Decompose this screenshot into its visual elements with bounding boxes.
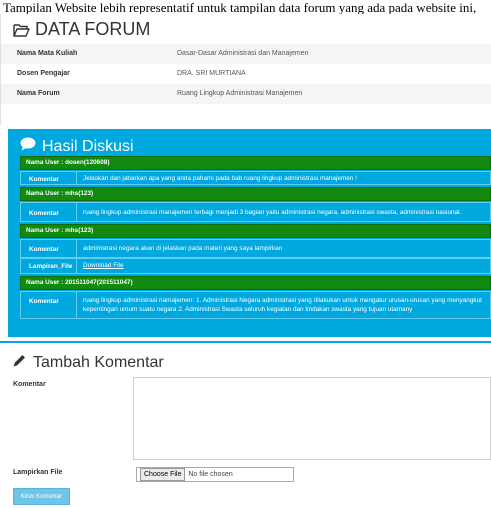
- download-file-link[interactable]: Download File: [83, 261, 482, 270]
- info-value: Dasar-Dasar Administrasi dan Manajemen: [177, 50, 309, 57]
- hasil-title: Hasil Diskusi: [20, 137, 134, 156]
- komentar-row: Komentar ruang lingkup administrasi mana…: [20, 202, 491, 222]
- forum-title-text: DATA FORUM: [35, 19, 151, 39]
- komentar-text: Jelaskan dan jabarkan apa yang anda paha…: [83, 175, 357, 182]
- tambah-komentar-section: Tambah Komentar Komentar Lampirkan File …: [0, 341, 491, 508]
- folder-open-icon: [13, 23, 30, 37]
- user-row: Nama User : 201511047(201511047): [20, 276, 491, 290]
- komentar-text: administrasi negara akan di jelaskan pad…: [83, 245, 283, 252]
- user-row: Nama User : mhs(123): [20, 224, 491, 238]
- hasil-diskusi-panel: Hasil Diskusi Nama User : dosen(120608) …: [8, 129, 491, 337]
- lampiran-label: Lampiran_File: [29, 263, 73, 270]
- comment-icon: [20, 137, 36, 156]
- komentar-label: Komentar: [29, 210, 59, 217]
- file-status-text: No file chosen: [188, 471, 233, 478]
- komentar-row: Komentar Jelaskan dan jabarkan apa yang …: [20, 171, 491, 185]
- data-forum-panel: DATA FORUM Nama Mata Kuliah Dasar-Dasar …: [0, 14, 491, 125]
- komentar-label: Komentar: [29, 246, 59, 253]
- hasil-title-text: Hasil Diskusi: [42, 137, 134, 155]
- komentar-row: Komentar administrasi negara akan di jel…: [20, 239, 491, 258]
- divider: [76, 203, 77, 221]
- info-value: DRA. SRI MURTIANA: [177, 70, 246, 77]
- choose-file-button[interactable]: Choose File: [140, 468, 186, 481]
- komentar-text: ruang lingkup administrasi namajemen: 1.…: [83, 297, 482, 313]
- user-row: Nama User : dosen(120608): [20, 156, 491, 170]
- lampiran-row: Lampiran_File Download File: [20, 258, 491, 274]
- user-row: Nama User : mhs(123): [20, 187, 491, 201]
- divider: [76, 259, 77, 273]
- forum-title: DATA FORUM: [13, 19, 150, 40]
- info-row-mata-kuliah: Nama Mata Kuliah Dasar-Dasar Administras…: [1, 44, 491, 64]
- kirim-komentar-button[interactable]: Kirim Komentar: [13, 488, 70, 505]
- tambah-title: Tambah Komentar: [12, 353, 164, 373]
- komentar-label: Komentar: [29, 298, 59, 305]
- info-value: Ruang Lingkup Administrasi Manajemen: [177, 90, 303, 97]
- info-label: Nama Mata Kuliah: [17, 50, 78, 57]
- info-row-dosen: Dosen Pengajar DRA. SRI MURTIANA: [1, 64, 491, 84]
- divider: [76, 292, 77, 318]
- lampirkan-file-label: Lampirkan File: [13, 469, 63, 476]
- komentar-textarea[interactable]: [133, 377, 491, 460]
- divider: [76, 172, 77, 184]
- tambah-title-text: Tambah Komentar: [33, 354, 164, 371]
- komentar-text: ruang lingkup administrasi manajemen ter…: [83, 209, 462, 216]
- info-row-forum: Nama Forum Ruang Lingkup Administrasi Ma…: [1, 84, 491, 104]
- file-input[interactable]: Choose File No file chosen: [136, 467, 294, 482]
- komentar-label: Komentar: [29, 176, 59, 183]
- komentar-field-label: Komentar: [13, 381, 46, 388]
- info-label: Nama Forum: [17, 90, 60, 97]
- info-label: Dosen Pengajar: [17, 70, 70, 77]
- pencil-icon: [12, 353, 27, 373]
- divider: [76, 240, 77, 257]
- komentar-row: Komentar ruang lingkup administrasi nama…: [20, 291, 491, 319]
